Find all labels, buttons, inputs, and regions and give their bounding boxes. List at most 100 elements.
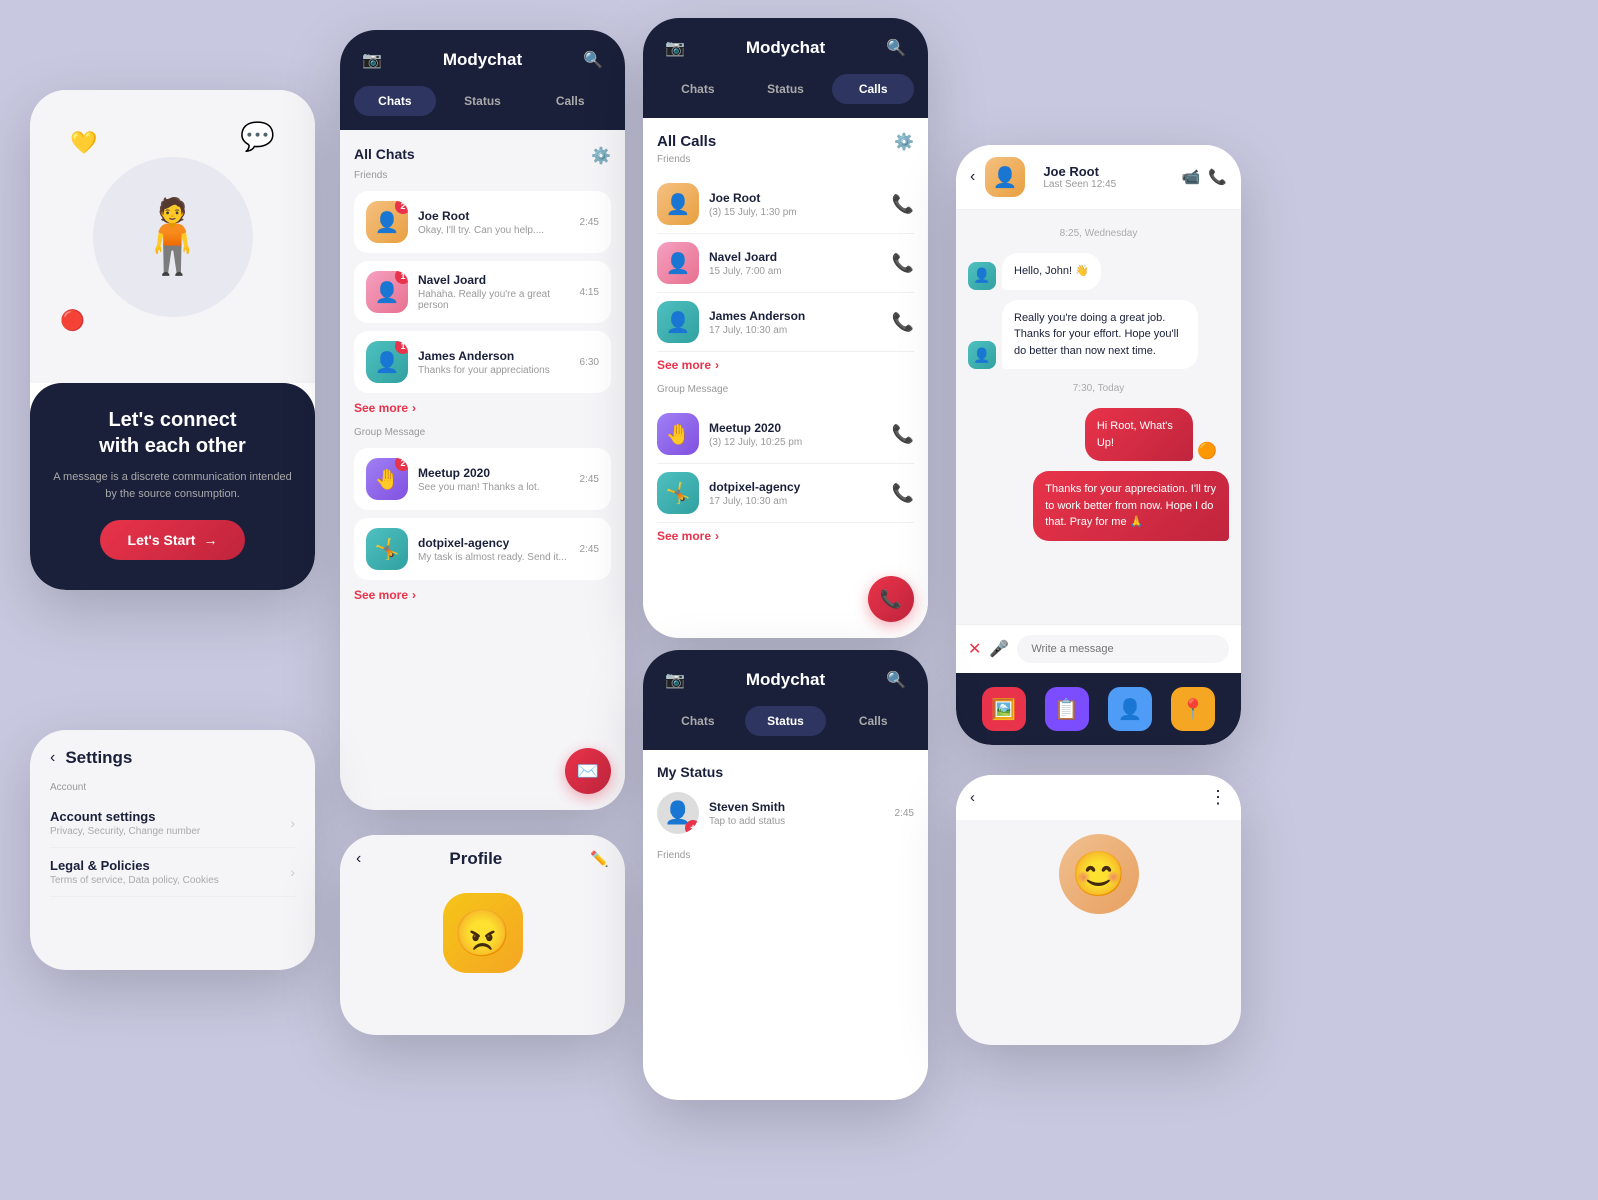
call-avatar-joe: 👤 — [657, 183, 699, 225]
voice-call-button[interactable]: 📞 — [1208, 168, 1227, 186]
call-avatar-dotpixel: 🤸 — [657, 472, 699, 514]
call-avatar-meetup: 🤚 — [657, 413, 699, 455]
see-more-groups[interactable]: See more › — [354, 588, 611, 602]
status-tab-bar: Chats Status Calls — [643, 706, 928, 750]
chats-app-header: 📷 Modychat 🔍 — [340, 30, 625, 86]
msg-recv-hello: 👤 Hello, John! 👋 — [968, 253, 1229, 290]
partial-back-button[interactable]: ‹ — [970, 789, 975, 806]
calls-camera-icon-button[interactable]: 📷 — [661, 34, 689, 62]
chat-item-james-anderson[interactable]: 👤1 James Anderson Thanks for your apprec… — [354, 331, 611, 393]
chat-item-joe-root[interactable]: 👤2 Joe Root Okay, I'll try. Can you help… — [354, 191, 611, 253]
partial-more-button[interactable]: ⋮ — [1209, 787, 1227, 808]
speech-bubble-icon: 💬 — [240, 120, 275, 153]
location-button[interactable]: 📍 — [1171, 687, 1215, 731]
camera-icon-button[interactable]: 📷 — [358, 46, 386, 74]
media-button[interactable]: 🖼️ — [982, 687, 1026, 731]
mic-button[interactable]: 🎤 — [989, 639, 1009, 659]
msg-date-wednesday: 8:25, Wednesday — [968, 228, 1229, 239]
message-input[interactable] — [1017, 635, 1229, 663]
calls-app-title: Modychat — [746, 38, 825, 58]
calls-filter-button[interactable]: ⚙️ — [894, 132, 914, 152]
lets-start-button[interactable]: Let's Start → — [100, 520, 246, 560]
call-item-joe[interactable]: 👤 Joe Root (3) 15 July, 1:30 pm 📞 — [657, 175, 914, 234]
msg-recv-great-job: 👤 Really you're doing a great job. Thank… — [968, 300, 1229, 370]
calls-see-more-friends[interactable]: See more › — [657, 358, 914, 372]
sender-mini-avatar: 👤 — [968, 262, 996, 290]
detail-back-button[interactable]: ‹ — [970, 168, 975, 186]
settings-back-button[interactable]: ‹ — [50, 749, 55, 767]
tab-status[interactable]: Status — [442, 86, 524, 116]
msg-bubble-hello: Hello, John! 👋 — [1002, 253, 1101, 290]
status-camera-button[interactable]: 📷 — [661, 666, 689, 694]
new-call-fab-button[interactable]: 📞 — [868, 576, 914, 622]
partial-avatar-area: 😊 — [956, 820, 1241, 928]
unread-badge-james: 1 — [395, 341, 408, 354]
message-input-bar: ✕ 🎤 — [956, 624, 1241, 673]
status-body: My Status 👤 + Steven Smith Tap to add st… — [643, 750, 928, 1100]
calls-tab-calls[interactable]: Calls — [832, 74, 914, 104]
video-call-button[interactable]: 📹 — [1182, 168, 1201, 186]
heart-icon: 💛 — [70, 130, 97, 156]
outgoing-call-icon-dotpixel: 📞 — [892, 483, 914, 504]
chat-info-joe-root: Joe Root Okay, I'll try. Can you help...… — [418, 209, 580, 236]
unread-badge: 2 — [395, 201, 408, 214]
status-tab-chats[interactable]: Chats — [657, 706, 739, 736]
chat-info-james-anderson: James Anderson Thanks for your appreciat… — [418, 349, 580, 376]
calls-tab-status[interactable]: Status — [745, 74, 827, 104]
group-message-label: Group Message — [354, 427, 611, 438]
settings-title: Settings — [65, 748, 132, 768]
chat-item-navel-joard[interactable]: 👤1 Navel Joard Hahaha. Really you're a g… — [354, 261, 611, 323]
chat-item-dotpixel[interactable]: 🤸 dotpixel-agency My task is almost read… — [354, 518, 611, 580]
my-status-info: Steven Smith Tap to add status — [709, 800, 895, 827]
status-search-button[interactable]: 🔍 — [882, 666, 910, 694]
my-status-item[interactable]: 👤 + Steven Smith Tap to add status 2:45 — [657, 784, 914, 842]
call-item-james[interactable]: 👤 James Anderson 17 July, 10:30 am 📞 — [657, 293, 914, 352]
avatar-navel-joard: 👤1 — [366, 271, 408, 313]
partial-header: ‹ ⋮ — [956, 775, 1241, 820]
filter-icon-button[interactable]: ⚙️ — [591, 146, 611, 166]
profile-edit-button[interactable]: ✏️ — [590, 850, 609, 868]
call-item-dotpixel2[interactable]: 🤸 dotpixel-agency 17 July, 10:30 am 📞 — [657, 464, 914, 523]
calls-tab-bar: Chats Status Calls — [643, 74, 928, 118]
calls-see-more-groups[interactable]: See more › — [657, 529, 914, 543]
see-more-friends[interactable]: See more › — [354, 401, 611, 415]
detail-contact-name: Joe Root — [1043, 164, 1116, 179]
settings-section-label: Account — [50, 782, 295, 793]
call-item-navel[interactable]: 👤 Navel Joard 15 July, 7:00 am 📞 — [657, 234, 914, 293]
settings-item-account[interactable]: Account settings Privacy, Security, Chan… — [50, 799, 295, 848]
all-chats-title: All Chats — [354, 146, 415, 162]
settings-item-legal[interactable]: Legal & Policies Terms of service, Data … — [50, 848, 295, 897]
chevron-right-icon-legal: › — [290, 864, 295, 880]
status-tab-status[interactable]: Status — [745, 706, 827, 736]
call-avatar-james: 👤 — [657, 301, 699, 343]
unread-badge-navel: 1 — [395, 271, 408, 284]
my-status-title: My Status — [657, 764, 914, 780]
tab-chats[interactable]: Chats — [354, 86, 436, 116]
welcome-subtitle: A message is a discrete communication in… — [50, 469, 295, 502]
search-icon-button[interactable]: 🔍 — [579, 46, 607, 74]
call-item-meetup2020[interactable]: 🤚 Meetup 2020 (3) 12 July, 10:25 pm 📞 — [657, 405, 914, 464]
calls-group-label: Group Message — [657, 384, 914, 395]
chat-item-meetup[interactable]: 🤚2 Meetup 2020 See you man! Thanks a lot… — [354, 448, 611, 510]
msg-bubble-thanks: Thanks for your appreciation. I'll try t… — [1033, 471, 1229, 541]
close-input-button[interactable]: ✕ — [968, 639, 981, 659]
avatar-james-anderson: 👤1 — [366, 341, 408, 383]
calls-tab-chats[interactable]: Chats — [657, 74, 739, 104]
calls-search-icon-button[interactable]: 🔍 — [882, 34, 910, 62]
contact-button[interactable]: 👤 — [1108, 687, 1152, 731]
ball-icon: 🔴 — [60, 308, 85, 333]
status-tab-calls[interactable]: Calls — [832, 706, 914, 736]
detail-avatar-joe: 👤 — [985, 157, 1025, 197]
legal-settings-sub: Terms of service, Data policy, Cookies — [50, 875, 219, 886]
call-info-james: James Anderson 17 July, 10:30 am — [709, 309, 892, 336]
partial-contact-avatar: 😊 — [1059, 834, 1139, 914]
call-info-navel: Navel Joard 15 July, 7:00 am — [709, 250, 892, 277]
compose-fab-button[interactable]: ✉️ — [565, 748, 611, 794]
incoming-call-icon-james: 📞 — [892, 312, 914, 333]
document-button[interactable]: 📋 — [1045, 687, 1089, 731]
tab-calls[interactable]: Calls — [529, 86, 611, 116]
profile-avatar: 😠 — [443, 893, 523, 973]
status-app-title: Modychat — [746, 670, 825, 690]
call-info-dotpixel2: dotpixel-agency 17 July, 10:30 am — [709, 480, 892, 507]
welcome-card: 💛 🧍 💬 🔴 Let's connect with each other A … — [30, 90, 315, 590]
